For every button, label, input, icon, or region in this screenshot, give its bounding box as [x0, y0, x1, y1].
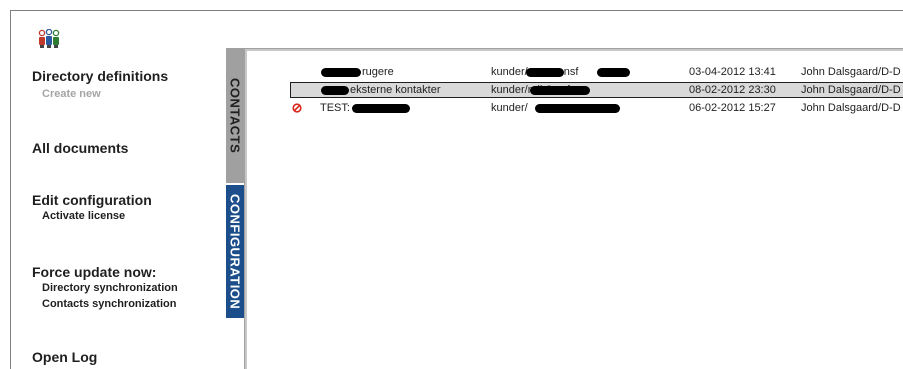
directory-user: John Dalsgaard/D-D	[801, 84, 901, 96]
redaction	[321, 68, 361, 77]
directory-name: eksterne kontakter	[350, 84, 441, 96]
redaction	[352, 104, 410, 113]
redaction	[535, 104, 620, 113]
directory-user: John Dalsgaard/D-D	[801, 102, 901, 114]
nav-directory-sync[interactable]: Directory synchronization	[42, 282, 178, 294]
redaction	[530, 86, 590, 95]
redaction	[526, 68, 564, 77]
nav-open-log[interactable]: Open Log	[32, 349, 97, 365]
redaction	[597, 68, 630, 77]
directory-path: kunder/	[491, 102, 528, 114]
tab-contacts-label: CONTACTS	[227, 77, 243, 154]
nav-directory-definitions[interactable]: Directory definitions	[32, 68, 168, 84]
people-group-icon	[38, 29, 60, 48]
list-item[interactable]: TEST: kunder/ 06-02-2012 15:27 John Dals…	[290, 101, 903, 115]
tab-configuration-label: CONFIGURATION	[227, 193, 243, 310]
tab-contacts[interactable]: CONTACTS	[226, 48, 244, 183]
disabled-icon	[292, 103, 302, 113]
redaction	[321, 86, 349, 95]
tab-configuration[interactable]: CONFIGURATION	[226, 185, 244, 318]
nav-create-new: Create new	[42, 88, 101, 100]
nav-edit-configuration[interactable]: Edit configuration	[32, 192, 152, 208]
directory-date: 03-04-2012 13:41	[689, 66, 776, 78]
directory-date: 06-02-2012 15:27	[689, 102, 776, 114]
list-item[interactable]: rugere kunder/names.nsf 03-04-2012 13:41…	[290, 65, 903, 79]
nav-activate-license[interactable]: Activate license	[42, 210, 125, 222]
directory-list: rugere kunder/names.nsf 03-04-2012 13:41…	[244, 48, 903, 369]
directory-date: 08-02-2012 23:30	[689, 84, 776, 96]
nav-all-documents[interactable]: All documents	[32, 140, 128, 156]
nav-contacts-sync[interactable]: Contacts synchronization	[42, 298, 176, 310]
nav-force-update-label: Force update now:	[32, 264, 157, 280]
directory-user: John Dalsgaard/D-D	[801, 66, 901, 78]
list-item-selected[interactable]: eksterne kontakter kunder/ndir2.nsf 08-0…	[290, 82, 903, 98]
directory-name: TEST:	[320, 102, 350, 114]
directory-name: rugere	[362, 66, 394, 78]
